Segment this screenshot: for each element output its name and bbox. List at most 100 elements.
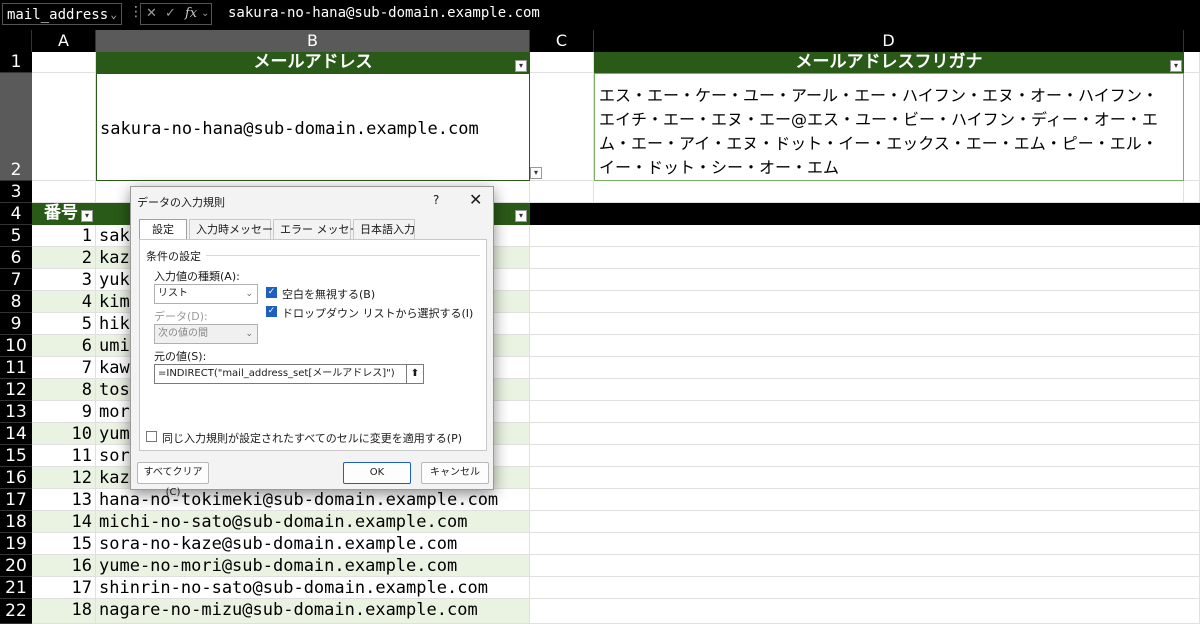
table-cell-email[interactable]: yume-no-mori@sub-domain.example.com — [96, 555, 530, 577]
table-cell-number[interactable]: 16 — [32, 555, 96, 577]
table-cell-number[interactable]: 3 — [32, 269, 96, 291]
table-cell-number[interactable]: 15 — [32, 533, 96, 555]
column-header-a[interactable]: A — [32, 30, 96, 52]
table-cell-number[interactable]: 5 — [32, 313, 96, 335]
grid-cell[interactable] — [530, 313, 1200, 335]
grid-cell[interactable] — [530, 335, 1200, 357]
confirm-edit-icon[interactable]: ✓ — [165, 4, 176, 24]
grid-cell[interactable] — [32, 181, 96, 203]
tab-input-message[interactable]: 入力時メッセージ — [189, 219, 284, 239]
table-cell-number[interactable]: 8 — [32, 379, 96, 401]
grid-cell[interactable] — [530, 511, 1200, 533]
row-header-16[interactable]: 16 — [0, 467, 32, 489]
grid-cell[interactable] — [530, 52, 594, 73]
table-cell-number[interactable]: 2 — [32, 247, 96, 269]
row-header-7[interactable]: 7 — [0, 269, 32, 291]
row-header-15[interactable]: 15 — [0, 445, 32, 467]
row-header-20[interactable]: 20 — [0, 555, 32, 577]
grid-cell[interactable] — [530, 555, 1200, 577]
table-cell-email[interactable]: michi-no-sato@sub-domain.example.com — [96, 511, 530, 533]
grid-cell[interactable] — [530, 445, 1200, 467]
ignore-blank-checkbox[interactable]: ✓ — [266, 287, 277, 298]
cancel-button[interactable]: キャンセル — [421, 462, 489, 484]
grid-cell[interactable] — [530, 291, 1200, 313]
header-cell-furigana[interactable]: メールアドレスフリガナ — [594, 52, 1184, 73]
name-box[interactable]: mail_address ⌄ — [2, 3, 122, 25]
column-header-e[interactable] — [1184, 30, 1200, 52]
ignore-blank-label[interactable]: 空白を無視する(B) — [282, 286, 375, 302]
row-header-19[interactable]: 19 — [0, 533, 32, 555]
header-cell-email[interactable]: メールアドレス — [96, 52, 530, 73]
collapse-dialog-icon[interactable]: ⬆ — [406, 364, 424, 384]
row-header-13[interactable]: 13 — [0, 401, 32, 423]
grid-cell[interactable] — [530, 533, 1200, 555]
row-header-11[interactable]: 11 — [0, 357, 32, 379]
table-cell-email[interactable]: hana-no-tokimeki@sub-domain.example.com — [96, 489, 530, 511]
cancel-edit-icon[interactable]: ✕ — [146, 4, 157, 24]
grid-cell[interactable] — [530, 599, 1200, 624]
row-header-4[interactable]: 4 — [0, 203, 32, 225]
table-cell-number[interactable]: 1 — [32, 225, 96, 247]
row-header-5[interactable]: 5 — [0, 225, 32, 247]
table-cell-number[interactable]: 18 — [32, 599, 96, 624]
table-cell-number[interactable]: 6 — [32, 335, 96, 357]
table-cell-email[interactable]: nagare-no-mizu@sub-domain.example.com — [96, 599, 530, 624]
tab-settings[interactable]: 設定 — [139, 219, 187, 239]
grid-cell[interactable] — [530, 577, 1200, 599]
row-header-14[interactable]: 14 — [0, 423, 32, 445]
row-header-3[interactable]: 3 — [0, 181, 32, 203]
grid-cell[interactable] — [32, 73, 96, 181]
in-cell-dropdown-checkbox[interactable]: ✓ — [266, 306, 277, 317]
grid-cell[interactable] — [1184, 181, 1200, 203]
table-cell-number[interactable]: 12 — [32, 467, 96, 489]
validation-dropdown-icon[interactable]: ▾ — [530, 167, 542, 179]
ok-button[interactable]: OK — [343, 462, 411, 484]
selected-cell-b2[interactable]: sakura-no-hana@sub-domain.example.com — [96, 73, 530, 181]
table-cell-email[interactable]: sora-no-kaze@sub-domain.example.com — [96, 533, 530, 555]
filter-dropdown-icon[interactable]: ▾ — [1170, 60, 1182, 72]
filter-dropdown-icon[interactable]: ▾ — [81, 210, 93, 222]
apply-all-label[interactable]: 同じ入力規則が設定されたすべてのセルに変更を適用する(P) — [162, 430, 462, 446]
insert-function-icon[interactable]: fx — [185, 4, 197, 24]
table-cell-number[interactable]: 4 — [32, 291, 96, 313]
grid-cell[interactable] — [1184, 52, 1200, 73]
column-header-c[interactable]: C — [530, 30, 594, 52]
grid-cell[interactable] — [530, 467, 1200, 489]
table-cell-number[interactable]: 10 — [32, 423, 96, 445]
grid-cell[interactable] — [530, 401, 1200, 423]
row-header-22[interactable]: 22 — [0, 599, 32, 624]
close-icon[interactable]: ✕ — [469, 190, 482, 209]
row-header-17[interactable]: 17 — [0, 489, 32, 511]
row-header-18[interactable]: 18 — [0, 511, 32, 533]
row-header-8[interactable]: 8 — [0, 291, 32, 313]
select-all-corner[interactable] — [0, 30, 32, 52]
table-cell-number[interactable]: 17 — [32, 577, 96, 599]
table-cell-number[interactable]: 11 — [32, 445, 96, 467]
allow-select[interactable]: リスト ⌄ — [154, 284, 258, 304]
tab-ime-mode[interactable]: 日本語入力 — [353, 219, 415, 239]
filter-dropdown-icon[interactable]: ▾ — [515, 60, 527, 72]
row-header-9[interactable]: 9 — [0, 313, 32, 335]
row-header-12[interactable]: 12 — [0, 379, 32, 401]
row-header-6[interactable]: 6 — [0, 247, 32, 269]
help-icon[interactable]: ? — [433, 193, 439, 207]
row-header-10[interactable]: 10 — [0, 335, 32, 357]
grid-cell[interactable] — [1184, 73, 1200, 181]
grid-cell[interactable] — [530, 181, 594, 203]
formula-input[interactable]: sakura-no-hana@sub-domain.example.com — [228, 5, 540, 21]
table-cell-number[interactable]: 9 — [32, 401, 96, 423]
table-cell-number[interactable]: 14 — [32, 511, 96, 533]
table-cell-number[interactable]: 13 — [32, 489, 96, 511]
grid-cell[interactable] — [594, 181, 1184, 203]
grid-cell[interactable] — [530, 73, 594, 181]
grid-cell[interactable] — [530, 357, 1200, 379]
row-header-1[interactable]: 1 — [0, 52, 32, 73]
filter-dropdown-icon[interactable]: ▾ — [515, 210, 527, 222]
chevron-down-icon[interactable]: ⌄ — [201, 4, 209, 24]
column-header-d[interactable]: D — [594, 30, 1184, 52]
cell-d2[interactable]: エス・エー・ケー・ユー・アール・エー・ハイフン・エヌ・オー・ハイフン・エイチ・エ… — [594, 73, 1184, 181]
grid-cell[interactable] — [530, 247, 1200, 269]
in-cell-dropdown-label[interactable]: ドロップダウン リストから選択する(I) — [282, 305, 473, 321]
apply-all-checkbox[interactable] — [146, 431, 157, 442]
tab-error-alert[interactable]: エラー メッセージ — [273, 219, 371, 239]
